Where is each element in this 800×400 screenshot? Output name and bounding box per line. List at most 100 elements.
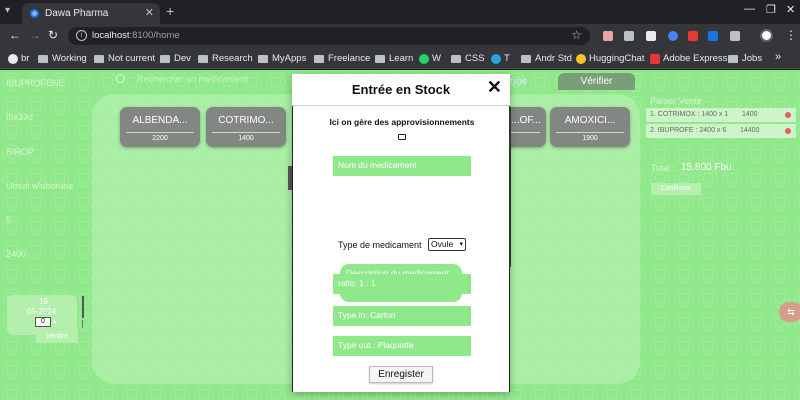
site-info-icon[interactable]: i xyxy=(76,30,87,41)
extension-icon[interactable] xyxy=(708,31,718,41)
close-icon[interactable]: ✕ xyxy=(487,77,502,98)
bookmark-folder[interactable]: Not current xyxy=(94,53,155,64)
divider xyxy=(82,296,84,318)
selected-med-code: Ibx33d xyxy=(6,112,34,122)
folder-icon xyxy=(258,54,268,63)
reload-icon[interactable]: ↻ xyxy=(48,28,58,42)
tab-title: Dawa Pharma xyxy=(45,8,109,19)
maximize-icon[interactable]: ❐ xyxy=(766,3,776,16)
back-icon[interactable]: ← xyxy=(9,28,21,42)
cart-item-label: 2. IBUPROFE : 2400 x 6 xyxy=(650,127,727,134)
chevron-down-icon: ▾ xyxy=(459,241,463,248)
confirm-button[interactable]: Confirmer xyxy=(651,183,701,195)
type-link[interactable]: type xyxy=(510,76,527,86)
modal-scrollbar[interactable] xyxy=(509,107,511,267)
bookmark-folder[interactable]: Andr Std xyxy=(521,53,572,64)
product-card[interactable]: ALBENDA... 2200 xyxy=(120,107,200,147)
close-window-icon[interactable]: ✕ xyxy=(786,3,795,16)
bookmark-item[interactable]: HuggingChat xyxy=(576,53,644,64)
cart-item-label: 1. COTRIMOX : 1400 x 1 xyxy=(650,111,729,118)
selected-med-stock: 5 xyxy=(6,215,12,225)
product-name: ALBENDA... xyxy=(132,115,188,126)
bookmark-folder[interactable]: Learn xyxy=(375,53,413,64)
stock-entry-modal: Entrée en Stock ✕ Ici on gère des approv… xyxy=(292,74,510,392)
bookmark-item[interactable]: Adobe Express xyxy=(650,53,727,64)
extensions-puzzle-icon[interactable] xyxy=(730,31,740,41)
medicine-type-select[interactable]: Ovule ▾ xyxy=(428,238,466,251)
bookmark-item[interactable]: T xyxy=(491,53,510,64)
forward-icon[interactable]: → xyxy=(29,28,41,42)
cart-item-amount: 14400 xyxy=(740,127,760,134)
medicine-name-input[interactable]: Nom du medicament xyxy=(333,156,471,176)
extension-icon[interactable] xyxy=(603,31,613,41)
bookmark-folder[interactable]: Freelance xyxy=(314,53,370,64)
cart-item: 2. IBUPROFE : 2400 x 6 14400 xyxy=(646,124,796,138)
modal-subtitle: Ici on gère des approvisionnements xyxy=(329,117,475,127)
bookmark-folder[interactable]: Working xyxy=(38,53,87,64)
selected-med-name: IBUPROFENE xyxy=(6,78,65,88)
minimize-icon[interactable]: — xyxy=(744,3,755,15)
folder-icon xyxy=(314,54,324,63)
medicine-type-value: Ovule xyxy=(431,239,454,249)
selected-med-type: SIROP xyxy=(6,147,35,157)
browser-tab-bar: ▾ Dawa Pharma ✕ + — ❐ ✕ xyxy=(0,0,800,24)
profile-avatar[interactable] xyxy=(760,29,773,42)
bookmark-folder[interactable]: Dev xyxy=(160,53,191,64)
divider xyxy=(82,320,83,328)
new-tab-button[interactable]: + xyxy=(166,3,174,19)
remove-item-icon[interactable] xyxy=(785,128,791,134)
extension-icon[interactable] xyxy=(624,31,634,41)
extension-icon[interactable] xyxy=(668,31,678,41)
tab-search-icon[interactable]: ▾ xyxy=(5,5,17,17)
huggingface-icon xyxy=(576,53,586,64)
ratio-input[interactable]: ratio: 1 : 1 xyxy=(333,274,471,294)
verify-button[interactable]: Vérifier xyxy=(558,73,635,90)
product-card[interactable]: COTRIMO... 1400 xyxy=(206,107,286,147)
type-out-input[interactable]: Type out : Plaquette xyxy=(333,336,471,356)
close-tab-icon[interactable]: ✕ xyxy=(145,6,154,19)
bookmark-folder[interactable]: MyApps xyxy=(258,53,306,64)
divider xyxy=(212,132,280,133)
favicon-icon xyxy=(30,9,39,18)
search-input[interactable]: Rechercher un medicament xyxy=(137,74,248,84)
type-in-input[interactable]: Type in: Carton xyxy=(333,306,471,326)
address-bar[interactable]: i localhost:8100/home ☆ xyxy=(68,27,590,45)
product-card[interactable]: AMOXICI... 1900 xyxy=(550,107,630,147)
extension-icon[interactable] xyxy=(646,31,656,41)
bookmark-folder[interactable]: Research xyxy=(198,53,253,64)
folder-icon xyxy=(160,54,170,63)
globe-icon xyxy=(8,53,18,64)
search-icon xyxy=(116,74,125,83)
selected-med-description: Umuti w'uburuhe xyxy=(6,181,74,191)
quantity-stepper-icon[interactable]: ▴ xyxy=(53,317,57,325)
folder-icon xyxy=(375,54,385,63)
sell-button[interactable]: Vendre xyxy=(36,330,78,343)
bookmarks-overflow-icon[interactable]: » xyxy=(775,51,781,63)
extension-icon[interactable] xyxy=(688,31,698,41)
expiry-day: 15 xyxy=(39,297,48,306)
product-price: 1900 xyxy=(582,135,598,142)
url-host: localhost xyxy=(92,30,130,41)
modal-body: Ici on gère des approvisionnements Nom d… xyxy=(292,106,510,392)
adobe-icon xyxy=(650,53,660,64)
telegram-icon xyxy=(491,53,501,64)
bookmark-item[interactable]: W xyxy=(419,53,441,64)
floating-action-button[interactable]: ⇆ xyxy=(779,302,800,322)
bookmark-star-icon[interactable]: ☆ xyxy=(571,28,582,42)
save-button[interactable]: Enregister xyxy=(369,366,433,383)
product-name: AMOXICI... xyxy=(564,115,616,126)
divider xyxy=(126,132,194,133)
product-price: 1400 xyxy=(238,135,254,142)
bookmark-folder[interactable]: Jobs xyxy=(728,53,762,64)
total-value: 15.800 Fbu xyxy=(681,162,732,173)
remove-item-icon[interactable] xyxy=(785,112,791,118)
cart-item-amount: 1400 xyxy=(742,111,758,118)
tab-dawa-pharma[interactable]: Dawa Pharma ✕ xyxy=(22,3,160,24)
bookmark-folder[interactable]: CSS xyxy=(451,53,485,64)
quantity-input[interactable]: 0 xyxy=(35,317,51,327)
browser-menu-icon[interactable]: ⋮ xyxy=(785,28,797,42)
modal-header: Entrée en Stock ✕ xyxy=(292,74,510,106)
bookmark-item[interactable]: br xyxy=(8,53,29,64)
inbox-icon xyxy=(398,134,406,140)
folder-icon xyxy=(728,54,738,63)
